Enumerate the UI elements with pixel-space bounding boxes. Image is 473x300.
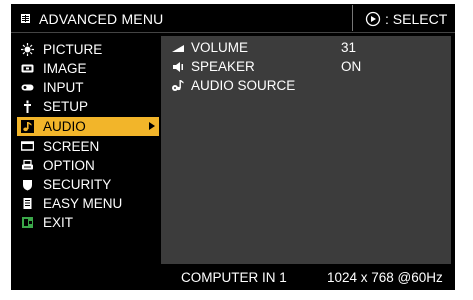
menu-item-input[interactable]: INPUT [17,78,159,97]
menu-label: INPUT [43,80,84,95]
menu-item-exit[interactable]: EXIT [17,213,159,232]
audio-source-icon [172,80,184,91]
submenu-arrow-icon [149,122,155,130]
option-icon [22,159,33,170]
security-icon [23,180,32,191]
select-hint: : SELECT [352,5,456,31]
menu-item-easy-menu[interactable]: EASY MENU [17,194,159,213]
audio-item-speaker[interactable]: SPEAKER ON [167,58,447,76]
menu-label: IMAGE [43,61,87,76]
easy-menu-icon [23,198,32,209]
input-icon [21,84,34,91]
menu-label: EASY MENU [43,196,123,211]
menu-item-image[interactable]: IMAGE [17,59,159,78]
menu-item-screen[interactable]: SCREEN [17,137,159,156]
menu-header: ADVANCED MENU : SELECT [11,4,455,33]
menu-grid-icon [21,14,30,23]
audio-item-volume[interactable]: VOLUME 31 [167,39,447,57]
exit-icon [22,217,33,228]
audio-item-label: SPEAKER [191,59,255,74]
menu-item-audio[interactable]: AUDIO [17,117,159,136]
audio-item-label: VOLUME [191,40,249,55]
menu-label: PICTURE [43,42,103,57]
menu-item-setup[interactable]: SETUP [17,97,159,116]
menu-label: SETUP [43,99,89,114]
speaker-icon [173,62,183,72]
resolution-status: 1024 x 768 @60Hz [327,270,443,285]
volume-icon [172,45,184,52]
menu-item-picture[interactable]: PICTURE [17,40,159,59]
menu-label: SCREEN [43,139,100,154]
audio-icon [21,120,34,133]
audio-submenu-panel: VOLUME 31 SPEAKER ON AUDIO SOURCE [161,36,451,264]
menu-item-security[interactable]: SECURITY [17,175,159,194]
input-source-status: COMPUTER IN 1 [181,270,287,285]
menu-item-option[interactable]: OPTION [17,156,159,175]
menu-label: OPTION [43,158,95,173]
volume-value: 31 [341,40,357,55]
menu-label: AUDIO [43,119,86,134]
menu-label: EXIT [43,215,74,230]
speaker-value: ON [341,59,362,74]
screen-icon [21,141,34,151]
setup-icon [24,100,31,113]
audio-item-audio-source[interactable]: AUDIO SOURCE [167,77,447,95]
advanced-menu-window: ADVANCED MENU : SELECT PICTURE IMAGE INP… [11,4,455,290]
image-icon [21,64,34,73]
menu-label: SECURITY [43,177,112,192]
picture-icon [21,43,34,56]
menu-title: ADVANCED MENU [39,11,164,27]
status-bar: COMPUTER IN 1 1024 x 768 @60Hz [161,266,451,288]
enter-button-icon [365,11,381,27]
select-label: : SELECT [385,11,448,27]
audio-item-label: AUDIO SOURCE [191,78,296,93]
